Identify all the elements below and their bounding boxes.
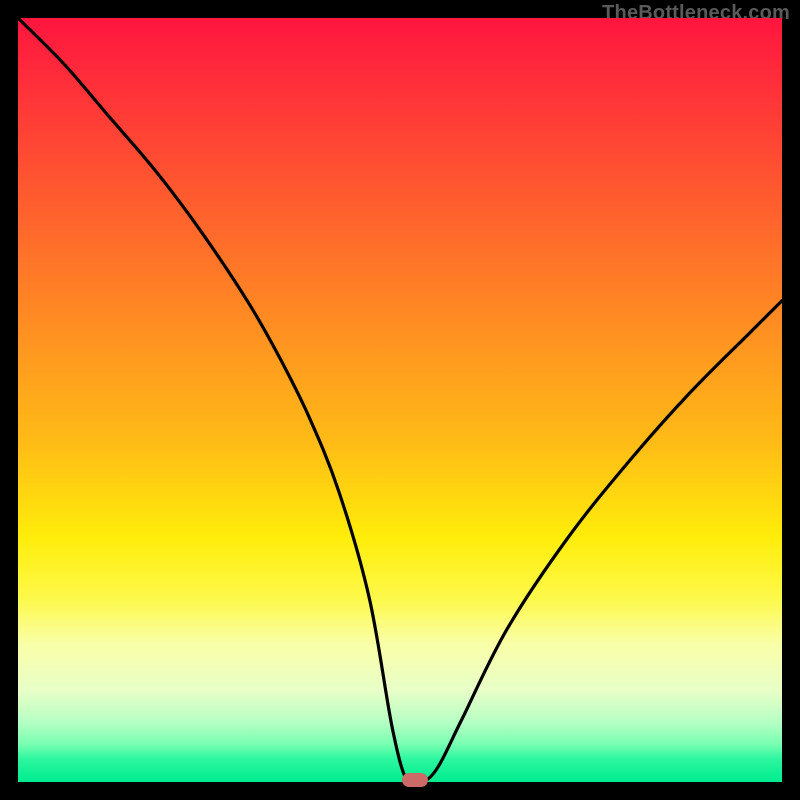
bottleneck-curve [18, 18, 782, 782]
chart-frame: TheBottleneck.com [0, 0, 800, 800]
plot-area [18, 18, 782, 782]
minimum-marker [402, 773, 428, 787]
